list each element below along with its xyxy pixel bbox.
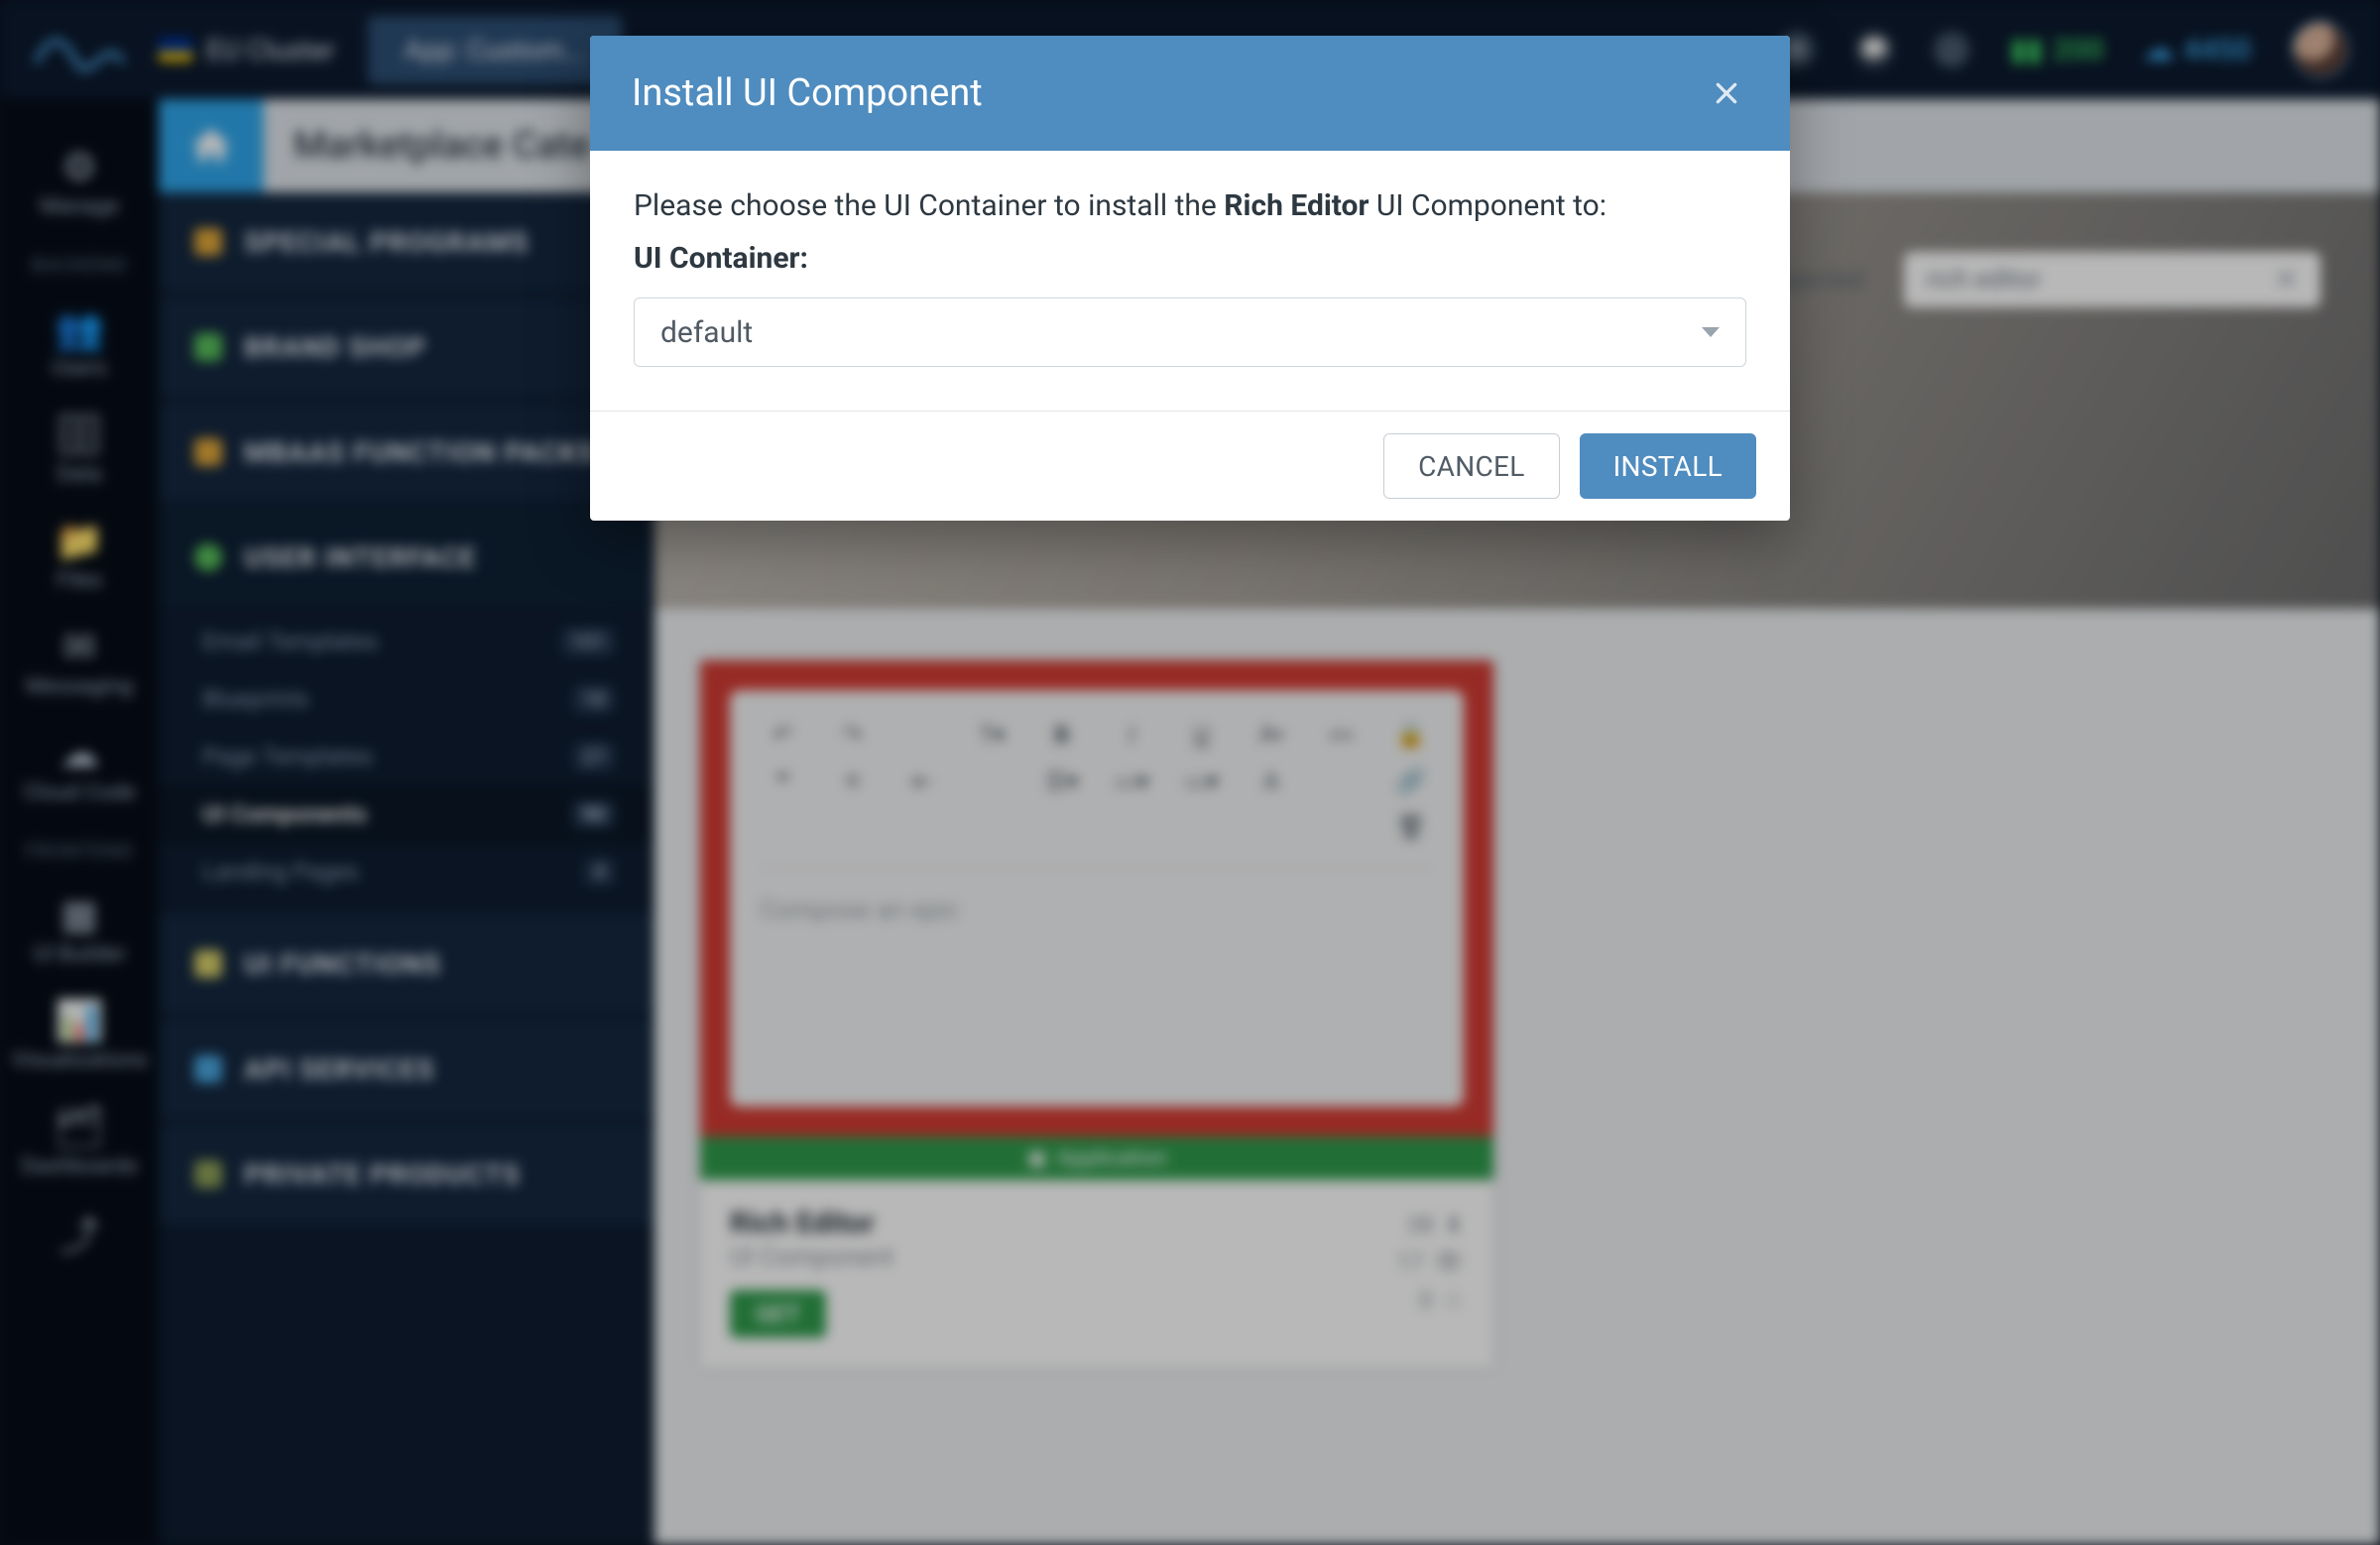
install-button[interactable]: INSTALL <box>1580 433 1756 499</box>
modal-body: Please choose the UI Container to instal… <box>590 151 1790 412</box>
install-modal: Install UI Component Please choose the U… <box>590 36 1790 521</box>
close-icon <box>1714 80 1739 106</box>
ui-container-label: UI Container: <box>634 241 1746 276</box>
modal-title: Install UI Component <box>632 71 983 115</box>
modal-prompt: Please choose the UI Container to instal… <box>634 188 1746 223</box>
chevron-down-icon <box>1702 327 1720 337</box>
modal-overlay: Install UI Component Please choose the U… <box>0 0 2380 1545</box>
modal-close-button[interactable] <box>1705 71 1748 115</box>
modal-header: Install UI Component <box>590 36 1790 151</box>
ui-container-value: default <box>660 315 753 350</box>
modal-footer: CANCEL INSTALL <box>590 412 1790 521</box>
ui-container-select[interactable]: default <box>634 297 1746 367</box>
cancel-button[interactable]: CANCEL <box>1383 433 1559 499</box>
